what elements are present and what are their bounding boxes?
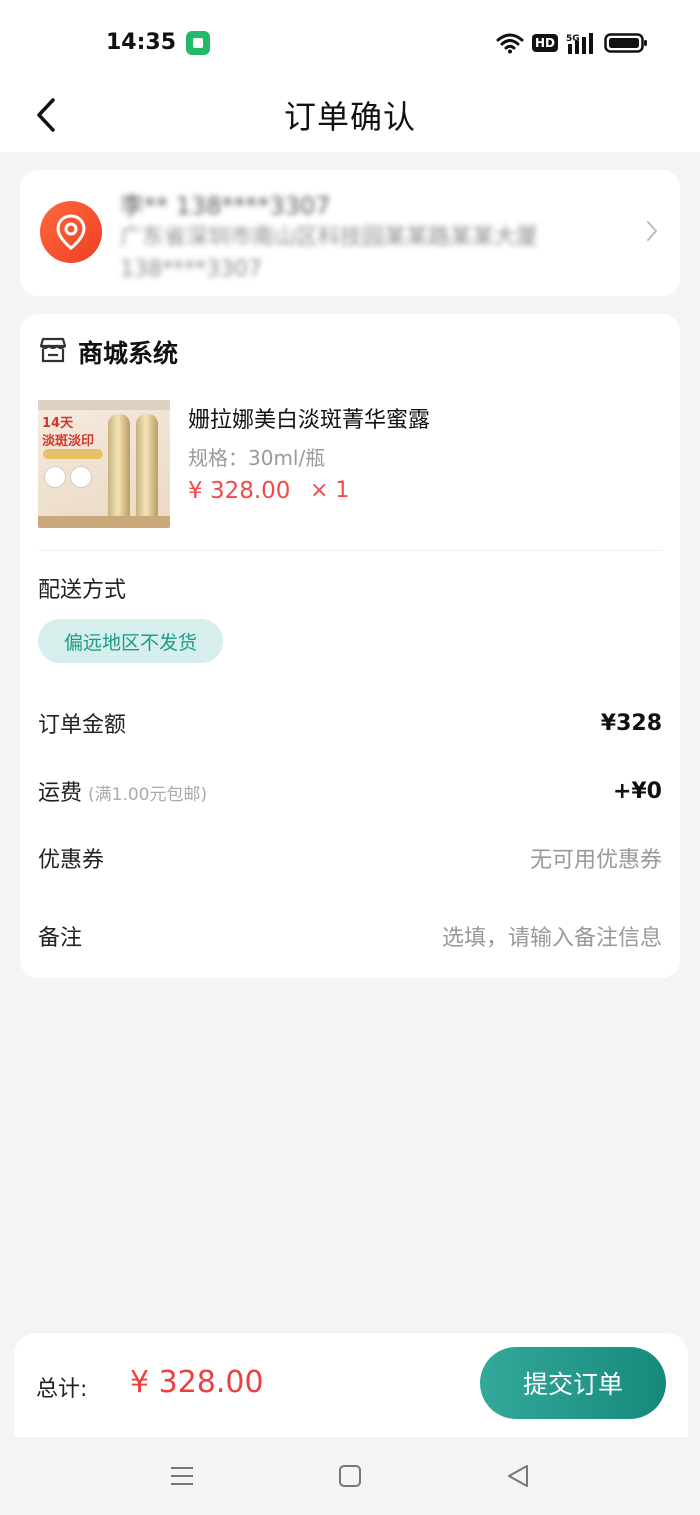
status-bar: 14:35 HD 5G: [0, 0, 700, 82]
shipping-note: (满1.00元包邮): [88, 785, 208, 805]
remark-label: 备注: [38, 926, 83, 951]
wifi-icon: [496, 32, 524, 54]
shipping-label: 运费: [38, 781, 83, 806]
app-notification-icon: [186, 31, 210, 55]
back-triangle-icon[interactable]: [500, 1459, 536, 1493]
shipping-value: +¥0: [612, 778, 662, 804]
delivery-option-chip[interactable]: 偏远地区不发货: [38, 619, 224, 663]
coupon-row[interactable]: 优惠券 无可用优惠券: [38, 838, 662, 878]
total-label: 总计:: [36, 1377, 88, 1402]
product-image: 14天 淡斑淡印: [38, 400, 170, 528]
address-phone: 138****3307: [120, 257, 262, 282]
chevron-right-icon: [646, 220, 658, 246]
delivery-method-label: 配送方式: [38, 578, 127, 603]
store-icon: [38, 336, 68, 368]
shipping-row: 运费 (满1.00元包邮) +¥0: [38, 771, 662, 811]
battery-icon: [604, 32, 648, 54]
order-card: 商城系统 14天 淡斑淡印 姗拉娜美白淡斑菁华蜜露 规格：30ml/瓶 ¥ 32…: [20, 314, 680, 978]
submit-order-button[interactable]: 提交订单: [480, 1347, 666, 1419]
system-nav-bar: [0, 1437, 700, 1515]
total-amount: ¥ 328.00: [130, 1365, 264, 1400]
remark-row[interactable]: 备注 选填，请输入备注信息: [38, 916, 662, 956]
product-spec: 规格：30ml/瓶: [188, 446, 326, 470]
order-amount-value: ¥328: [600, 710, 662, 736]
address-card[interactable]: 李** 138****3307 广东省深圳市南山区科技园某某路某某大厦 138*…: [20, 170, 680, 296]
status-time: 14:35: [106, 30, 177, 55]
menu-icon[interactable]: [164, 1459, 200, 1493]
store-row: 商城系统: [38, 334, 178, 370]
address-name: 李** 138****3307: [120, 192, 331, 220]
store-name: 商城系统: [78, 339, 179, 368]
order-amount-label: 订单金额: [38, 713, 127, 738]
product-price: ¥ 328.00: [188, 478, 291, 504]
hd-badge: HD: [531, 34, 558, 52]
address-detail: 广东省深圳市南山区科技园某某路某某大厦: [120, 225, 539, 250]
status-icons: HD 5G: [496, 30, 648, 56]
coupon-value: 无可用优惠券: [529, 848, 662, 873]
home-icon[interactable]: [332, 1459, 368, 1493]
address-text: 李** 138****3307 广东省深圳市南山区科技园某某路某某大厦 138*…: [120, 190, 640, 282]
nav-bar: 订单确认: [0, 82, 700, 152]
coupon-label: 优惠券: [38, 848, 105, 873]
order-amount-row: 订单金额 ¥328: [38, 703, 662, 743]
page-title: 订单确认: [283, 98, 416, 136]
product-quantity: × 1: [310, 478, 350, 503]
product-name: 姗拉娜美白淡斑菁华蜜露: [188, 408, 431, 433]
remark-input[interactable]: 选填，请输入备注信息: [442, 920, 662, 952]
checkout-bar: 总计: ¥ 328.00 提交订单: [14, 1333, 688, 1437]
location-pin-icon: [40, 201, 102, 263]
divider: [38, 550, 662, 551]
signal-icon: 5G: [566, 32, 596, 54]
